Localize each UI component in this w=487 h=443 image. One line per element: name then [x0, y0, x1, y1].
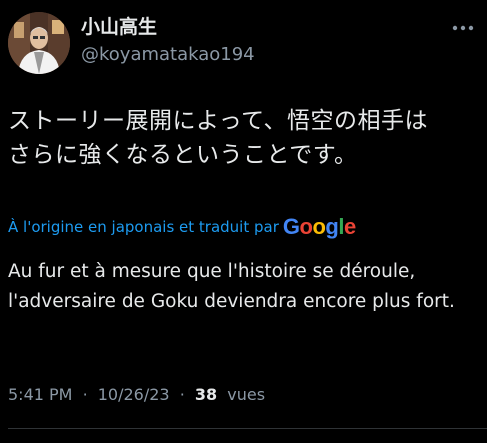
meta-separator: · — [82, 385, 88, 404]
google-logo-letter: o — [312, 214, 326, 239]
translated-tweet-text: Au fur et à mesure que l'histoire se dér… — [8, 261, 455, 312]
avatar[interactable] — [8, 12, 70, 74]
divider — [8, 428, 487, 429]
meta-separator: · — [179, 385, 185, 404]
author-handle[interactable]: @koyamatakao194 — [81, 42, 255, 68]
profile-photo-icon — [8, 12, 70, 74]
google-logo-letter: g — [325, 214, 339, 239]
tweet-text-line: さらに強くなるということです。 — [8, 142, 358, 168]
google-logo-letter: G — [282, 214, 300, 239]
google-logo-letter: e — [344, 214, 356, 239]
google-logo-letter: o — [299, 214, 313, 239]
translation-note-link[interactable]: À l'origine en japonais et traduit par — [8, 218, 279, 236]
author-display-name[interactable]: 小山高生 — [81, 15, 255, 39]
views-label: vues — [227, 385, 266, 404]
tweet-text: ストーリー展開によって、悟空の相手は さらに強くなるということです。 — [8, 104, 478, 172]
author-info: 小山高生 @koyamatakao194 — [81, 15, 255, 68]
tweet-text-line: ストーリー展開によって、悟空の相手は — [8, 108, 429, 134]
views-count: 38 — [194, 385, 218, 404]
more-options-button[interactable] — [450, 18, 476, 38]
more-dots-icon — [452, 25, 474, 31]
google-logo: Google — [283, 214, 356, 240]
translation-attribution: À l'origine en japonais et traduit par G… — [8, 212, 478, 242]
tweet-time[interactable]: 5:41 PM — [8, 385, 72, 404]
tweet-meta: 5:41 PM · 10/26/23 · 38 vues — [8, 385, 265, 404]
tweet-header: 小山高生 @koyamatakao194 — [8, 12, 478, 76]
tweet-date[interactable]: 10/26/23 — [98, 385, 170, 404]
